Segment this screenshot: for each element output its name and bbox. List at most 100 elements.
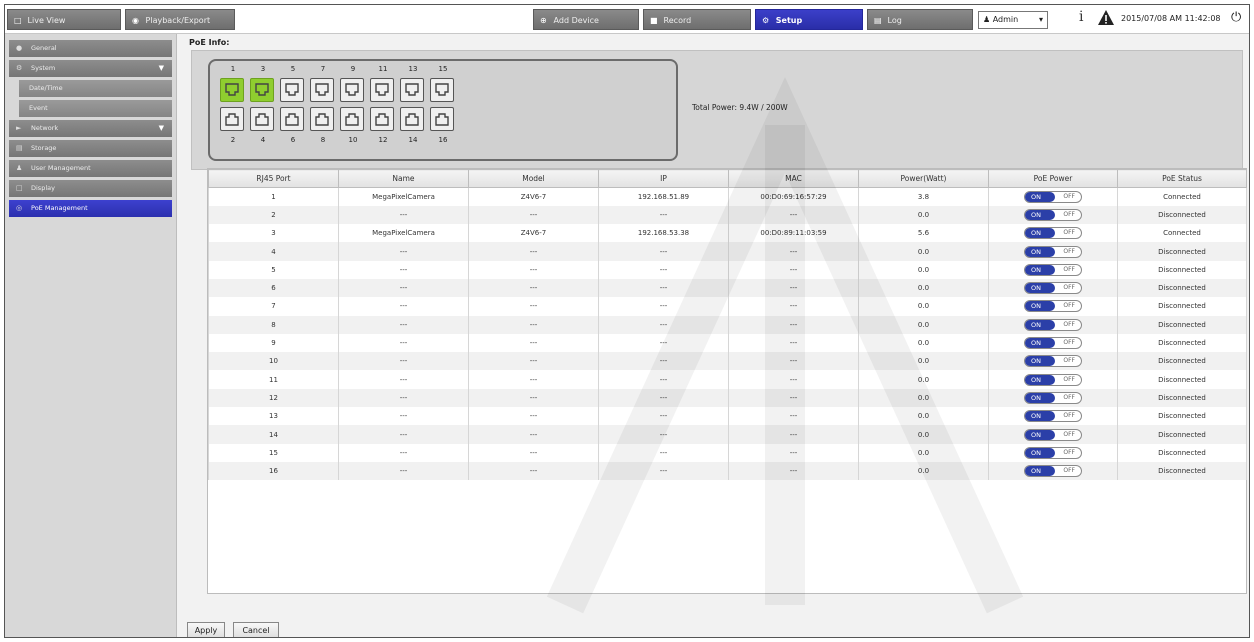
warning-icon[interactable] xyxy=(1097,9,1115,27)
cell-power: 0.0 xyxy=(858,352,989,371)
cell-status: Disconnected xyxy=(1117,425,1247,444)
poe-power-toggle[interactable]: ON OFF xyxy=(1024,446,1082,459)
table-row[interactable]: 16 --- --- --- --- 0.0 ON OFF Disconnected xyxy=(208,461,1247,481)
sidebar-item-event[interactable]: Event xyxy=(19,100,172,117)
toggle-on-label: ON xyxy=(1025,356,1055,367)
sidebar-item-storage[interactable]: ▤ Storage xyxy=(9,140,172,157)
poe-power-toggle[interactable]: ON OFF xyxy=(1024,245,1082,258)
tab-record[interactable]: ■ Record xyxy=(643,9,751,30)
poe-power-toggle[interactable]: ON OFF xyxy=(1024,282,1082,295)
poe-power-toggle[interactable]: ON OFF xyxy=(1024,391,1082,404)
cell-port: 1 xyxy=(208,187,339,206)
sidebar-item-network[interactable]: ► Network ▼ xyxy=(9,120,172,137)
user-select[interactable]: ♟ Admin ▾ xyxy=(978,11,1048,29)
info-icon[interactable]: i xyxy=(1079,9,1083,25)
table-row[interactable]: 10 --- --- --- --- 0.0 ON OFF Disconnected xyxy=(208,352,1247,371)
sidebar-item-system[interactable]: ⚙ System ▼ xyxy=(9,60,172,77)
tab-setup-label: Setup xyxy=(775,16,803,25)
apply-button[interactable]: Apply xyxy=(187,622,225,637)
column-header[interactable]: IP xyxy=(598,169,729,188)
tab-log[interactable]: ▤ Log xyxy=(867,9,973,30)
sidebar-item-date-time[interactable]: Date/Time xyxy=(19,80,172,97)
storage-icon: ▤ xyxy=(16,144,23,152)
table-row[interactable]: 9 --- --- --- --- 0.0 ON OFF Disconnected xyxy=(208,333,1247,353)
toggle-off-label: OFF xyxy=(1063,210,1075,218)
poe-power-toggle[interactable]: ON OFF xyxy=(1024,373,1082,386)
poe-power-toggle[interactable]: ON OFF xyxy=(1024,263,1082,276)
main-content: PoE Info: 1 3 5 7 9 11 13 15 2 4 6 8 10 12 14 16 Total … xyxy=(179,34,1249,637)
rj45-port xyxy=(340,78,364,102)
poe-power-toggle[interactable]: ON OFF xyxy=(1024,410,1082,423)
poe-power-toggle[interactable]: ON OFF xyxy=(1024,428,1082,441)
toggle-on-label: ON xyxy=(1025,283,1055,294)
cell-mac: --- xyxy=(728,407,859,426)
cell-name: --- xyxy=(338,443,469,462)
app-window: □ Live View ◉ Playback/Export ⊕ Add Devi… xyxy=(4,4,1250,638)
table-row[interactable]: 8 --- --- --- --- 0.0 ON OFF Disconnected xyxy=(208,315,1247,334)
toggle-on-label: ON xyxy=(1025,374,1055,385)
cell-poe-power: ON OFF xyxy=(988,260,1118,279)
cell-poe-power: ON OFF xyxy=(988,425,1118,444)
poe-power-toggle[interactable]: ON OFF xyxy=(1024,300,1082,313)
column-header[interactable]: RJ45 Port xyxy=(208,169,339,188)
column-header[interactable]: Name xyxy=(338,169,469,188)
poe-power-toggle[interactable]: ON OFF xyxy=(1024,337,1082,350)
cell-name: --- xyxy=(338,407,469,426)
column-header[interactable]: PoE Status xyxy=(1117,169,1247,188)
table-row[interactable]: 1 MegaPixelCamera Z4V6-7 192.168.51.89 00:D0… xyxy=(208,187,1247,206)
toggle-on-label: ON xyxy=(1025,319,1055,330)
column-header[interactable]: PoE Power xyxy=(988,169,1118,188)
cell-mac: --- xyxy=(728,315,859,334)
table-row[interactable]: 3 MegaPixelCamera Z4V6-7 192.168.53.38 00:D0… xyxy=(208,224,1247,243)
switch-diagram: 1 3 5 7 9 11 13 15 2 4 6 8 10 12 14 16 xyxy=(208,59,678,161)
sidebar-item-user-management[interactable]: ♟ User Management xyxy=(9,160,172,177)
cell-ip: 192.168.51.89 xyxy=(598,187,729,206)
sidebar-item-general[interactable]: ● General xyxy=(9,40,172,57)
poe-power-toggle[interactable]: ON OFF xyxy=(1024,190,1082,203)
poe-power-toggle[interactable]: ON OFF xyxy=(1024,208,1082,221)
poe-power-toggle[interactable]: ON OFF xyxy=(1024,318,1082,331)
tab-setup[interactable]: ⚙ Setup xyxy=(755,9,863,30)
sidebar-item-display[interactable]: □ Display xyxy=(9,180,172,197)
table-row[interactable]: 5 --- --- --- --- 0.0 ON OFF Disconnected xyxy=(208,260,1247,279)
table-row[interactable]: 13 --- --- --- --- 0.0 ON OFF Disconnected xyxy=(208,407,1247,426)
table-row[interactable]: 2 --- --- --- --- 0.0 ON OFF Disconnected xyxy=(208,205,1247,225)
power-icon[interactable]: ⏻ xyxy=(1231,10,1241,25)
monitor-icon: □ xyxy=(14,16,22,25)
table-row[interactable]: 12 --- --- --- --- 0.0 ON OFF Disconnected xyxy=(208,388,1247,408)
tab-live-view[interactable]: □ Live View xyxy=(7,9,121,30)
poe-power-toggle[interactable]: ON OFF xyxy=(1024,227,1082,240)
cell-mac: --- xyxy=(728,260,859,279)
cell-mac: --- xyxy=(728,425,859,444)
cell-status: Disconnected xyxy=(1117,242,1247,261)
poe-icon: ◎ xyxy=(16,204,23,212)
table-row[interactable]: 14 --- --- --- --- 0.0 ON OFF Disconnected xyxy=(208,425,1247,444)
port-label: 16 xyxy=(438,136,448,144)
table-row[interactable]: 11 --- --- --- --- 0.0 ON OFF Disconnected xyxy=(208,370,1247,389)
rj45-port xyxy=(310,107,334,131)
poe-power-toggle[interactable]: ON OFF xyxy=(1024,465,1082,478)
column-header[interactable]: MAC xyxy=(728,169,859,188)
cancel-button[interactable]: Cancel xyxy=(233,622,279,637)
total-power-text: Total Power: 9.4W / 200W xyxy=(692,103,788,112)
toggle-on-label: ON xyxy=(1025,338,1055,349)
poe-power-toggle[interactable]: ON OFF xyxy=(1024,355,1082,368)
column-header[interactable]: Power(Watt) xyxy=(858,169,989,188)
rj45-port xyxy=(280,107,304,131)
cell-port: 8 xyxy=(208,315,339,334)
sidebar-item-poe-management[interactable]: ◎ PoE Management xyxy=(9,200,172,217)
cell-status: Disconnected xyxy=(1117,370,1247,389)
table-row[interactable]: 7 --- --- --- --- 0.0 ON OFF Disconnected xyxy=(208,297,1247,316)
chevron-down-icon: ▼ xyxy=(158,124,164,132)
column-header[interactable]: Model xyxy=(468,169,599,188)
table-row[interactable]: 15 --- --- --- --- 0.0 ON OFF Disconnected xyxy=(208,443,1247,462)
cell-name: --- xyxy=(338,370,469,389)
table-row[interactable]: 4 --- --- --- --- 0.0 ON OFF Disconnected xyxy=(208,242,1247,261)
cell-power: 0.0 xyxy=(858,443,989,462)
cell-name: --- xyxy=(338,333,469,353)
tab-playback-export[interactable]: ◉ Playback/Export xyxy=(125,9,235,30)
cell-ip: --- xyxy=(598,370,729,389)
table-row[interactable]: 6 --- --- --- --- 0.0 ON OFF Disconnected xyxy=(208,278,1247,298)
tab-add-device[interactable]: ⊕ Add Device xyxy=(533,9,639,30)
rj45-port xyxy=(250,78,274,102)
